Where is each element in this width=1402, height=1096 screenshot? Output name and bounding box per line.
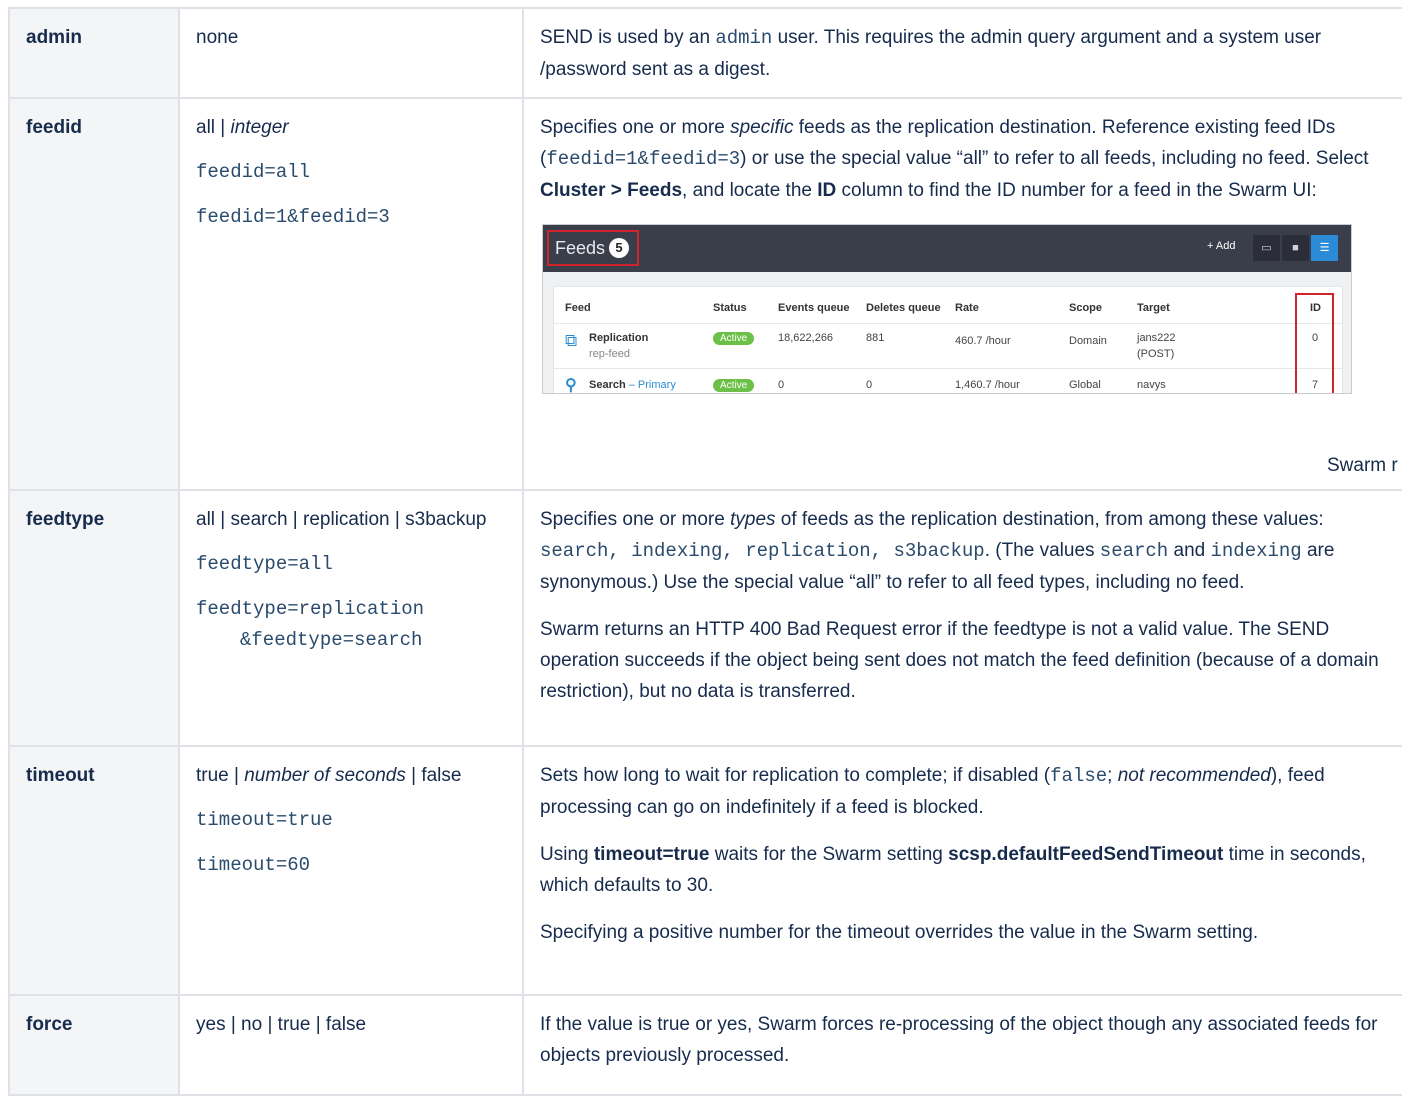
example-code: feedtype=all bbox=[196, 553, 333, 575]
table-row: feedtype all | search | replication | s3… bbox=[8, 489, 1402, 747]
example-code: timeout=60 bbox=[196, 854, 311, 876]
param-description: If the value is true or yes, Swarm force… bbox=[522, 994, 1402, 1096]
feeds-list: Feed Status Events queue Deletes queue R… bbox=[553, 286, 1343, 394]
param-values: all | integer feedid=all feedid=1&feedid… bbox=[178, 97, 524, 491]
id-column-highlight bbox=[1295, 293, 1334, 393]
param-description: SEND is used by an admin user. This requ… bbox=[522, 7, 1402, 99]
param-values: all | search | replication | s3backup fe… bbox=[178, 489, 524, 747]
column-header: Events queue bbox=[778, 302, 850, 314]
screenshot-caption: Swarm r bbox=[1327, 455, 1398, 476]
column-header: Scope bbox=[1069, 302, 1103, 314]
feeds-title: Feeds 5 bbox=[547, 230, 640, 266]
table-row: feedid all | integer feedid=all feedid=1… bbox=[8, 97, 1402, 491]
parameters-table: admin none SEND is used by an admin user… bbox=[8, 7, 1402, 1096]
search-icon: ⚲ bbox=[565, 377, 577, 394]
param-values: true | number of seconds | false timeout… bbox=[178, 745, 524, 996]
param-name: feedid bbox=[8, 97, 180, 491]
column-header: Feed bbox=[565, 302, 591, 314]
param-name: force bbox=[8, 994, 180, 1096]
param-name: timeout bbox=[8, 745, 180, 996]
inline-code: admin bbox=[715, 27, 773, 49]
param-name: admin bbox=[8, 7, 180, 99]
inline-code: false bbox=[1050, 765, 1108, 787]
param-values: none bbox=[178, 7, 524, 99]
param-description: Specifies one or more types of feeds as … bbox=[522, 489, 1402, 747]
column-header: Status bbox=[713, 302, 747, 314]
example-code: feedtype=replication bbox=[196, 598, 425, 620]
example-code: timeout=true bbox=[196, 809, 333, 831]
print-icon: ▭ bbox=[1253, 235, 1280, 261]
feeds-screenshot: Feeds 5 + Add ▭ ■ ☰ Feed Status Events qu… bbox=[542, 224, 1352, 394]
screenshot-toolbar: Feeds 5 + Add ▭ ■ ☰ bbox=[543, 225, 1351, 272]
inline-code: search, indexing, replication, s3backup bbox=[540, 540, 985, 562]
grid-view-icon: ■ bbox=[1282, 235, 1309, 261]
inline-code: indexing bbox=[1210, 540, 1302, 562]
list-view-icon: ☰ bbox=[1311, 235, 1338, 261]
param-values: yes | no | true | false bbox=[178, 994, 524, 1096]
table-row: admin none SEND is used by an admin user… bbox=[8, 7, 1402, 99]
column-header: Deletes queue bbox=[866, 302, 941, 314]
table-row: force yes | no | true | false If the val… bbox=[8, 994, 1402, 1096]
example-code: &feedtype=search bbox=[240, 629, 423, 651]
inline-code: feedid=1&feedid=3 bbox=[546, 148, 741, 170]
param-description: Specifies one or more specific feeds as … bbox=[522, 97, 1402, 491]
param-name: feedtype bbox=[8, 489, 180, 747]
add-feed-button: + Add bbox=[1207, 240, 1236, 252]
copy-icon: ⧉ bbox=[565, 331, 578, 350]
column-header: Target bbox=[1137, 302, 1170, 314]
status-badge: Active bbox=[713, 332, 755, 345]
example-code: feedid=1&feedid=3 bbox=[196, 206, 390, 228]
feeds-count-badge: 5 bbox=[609, 238, 630, 258]
table-row: timeout true | number of seconds | false… bbox=[8, 745, 1402, 996]
column-header: Rate bbox=[955, 302, 979, 314]
param-description: Sets how long to wait for replication to… bbox=[522, 745, 1402, 996]
inline-code: search bbox=[1099, 540, 1169, 562]
example-code: feedid=all bbox=[196, 161, 311, 183]
status-badge: Active bbox=[713, 379, 755, 392]
